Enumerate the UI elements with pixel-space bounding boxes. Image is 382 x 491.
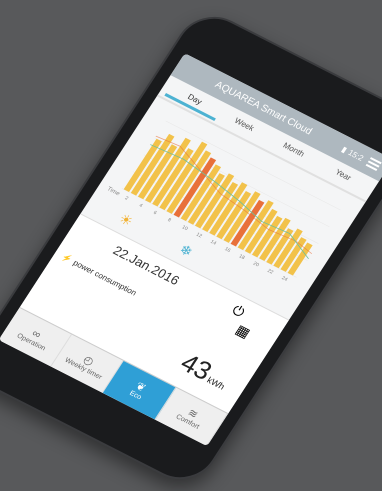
tick-label: 10 (181, 224, 189, 232)
tick-label: 4 (138, 203, 144, 209)
tick-label: 18 (238, 254, 246, 262)
tick-label: 2 (124, 195, 130, 201)
tick-label: 8 (166, 217, 172, 223)
tick-label: 14 (209, 239, 217, 247)
app-screen: AQUAREA Smart Cloud ▮ 15:2 Day Week Mont… (0, 53, 382, 447)
lightning-icon: ⚡ (59, 252, 74, 265)
tick-label: 24 (280, 275, 288, 283)
status-time: 15:2 (346, 147, 366, 163)
value-unit: kWh (205, 375, 227, 392)
phone-frame: AQUAREA Smart Cloud ▮ 15:2 Day Week Mont… (0, 4, 382, 491)
consumption-value: 43kWh (175, 347, 236, 395)
tick-label: 6 (152, 210, 158, 216)
tick-label: 22 (266, 268, 274, 276)
tick-label: 12 (195, 232, 203, 240)
tick-label: 16 (223, 246, 231, 254)
tick-label: 20 (252, 261, 260, 269)
menu-icon[interactable] (365, 157, 382, 171)
status-bar: ▮ 15:2 (340, 144, 365, 162)
